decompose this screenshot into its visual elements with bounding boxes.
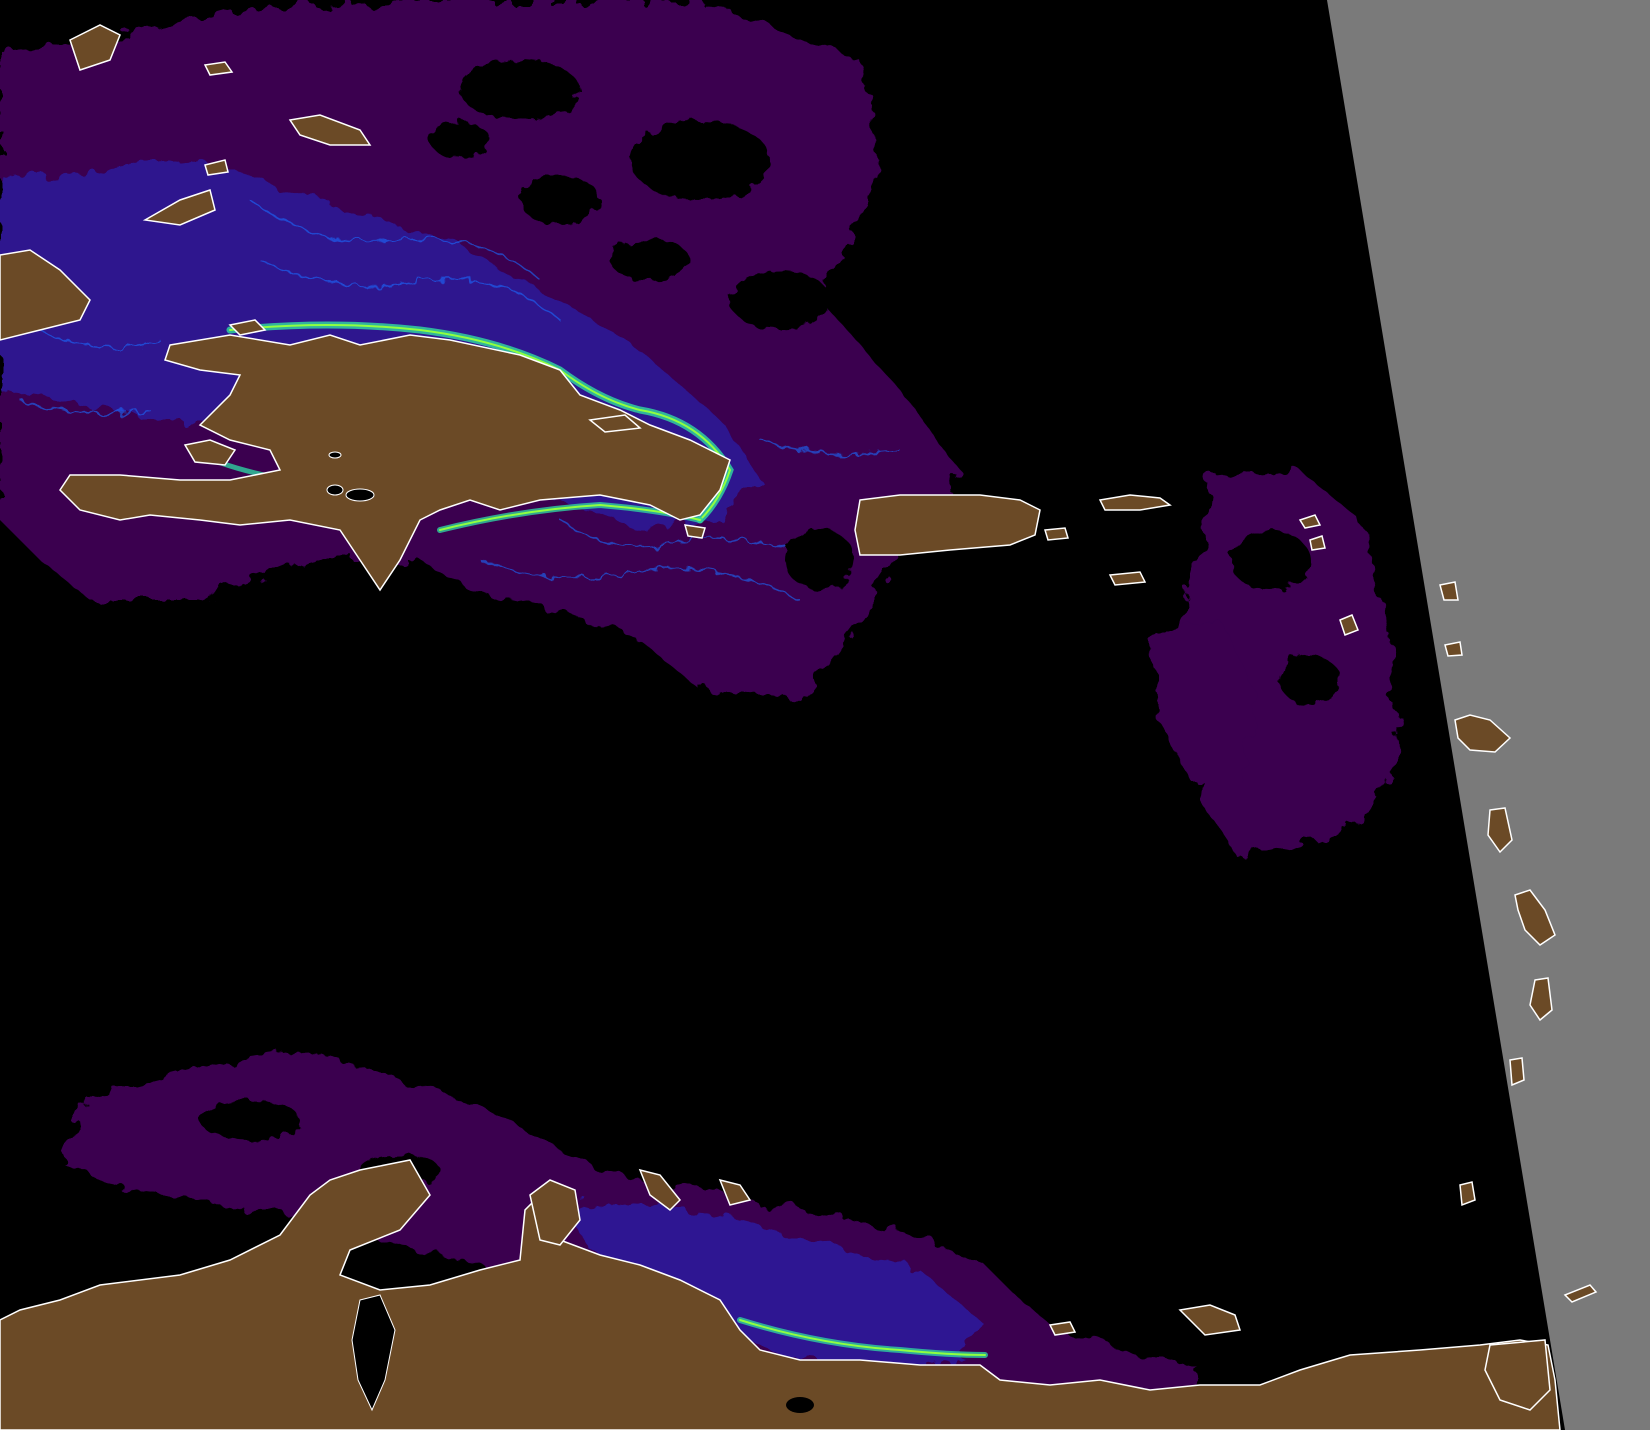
inland-lake-venezuela xyxy=(786,1397,814,1413)
antilles-4 xyxy=(1439,581,1459,601)
saona-island xyxy=(683,524,706,539)
virgin-island-2 xyxy=(1108,571,1147,586)
virgin-island-1 xyxy=(1044,527,1069,541)
lake-enriquillo xyxy=(345,488,375,502)
satellite-chlorophyll-map xyxy=(0,0,1650,1430)
small-island-south xyxy=(1048,1321,1077,1336)
grenada xyxy=(1459,1181,1476,1207)
lake-azuei xyxy=(326,484,344,496)
st-vincent xyxy=(1509,1057,1525,1087)
antilles-5 xyxy=(1444,641,1463,657)
inland-lake-3 xyxy=(328,451,342,459)
